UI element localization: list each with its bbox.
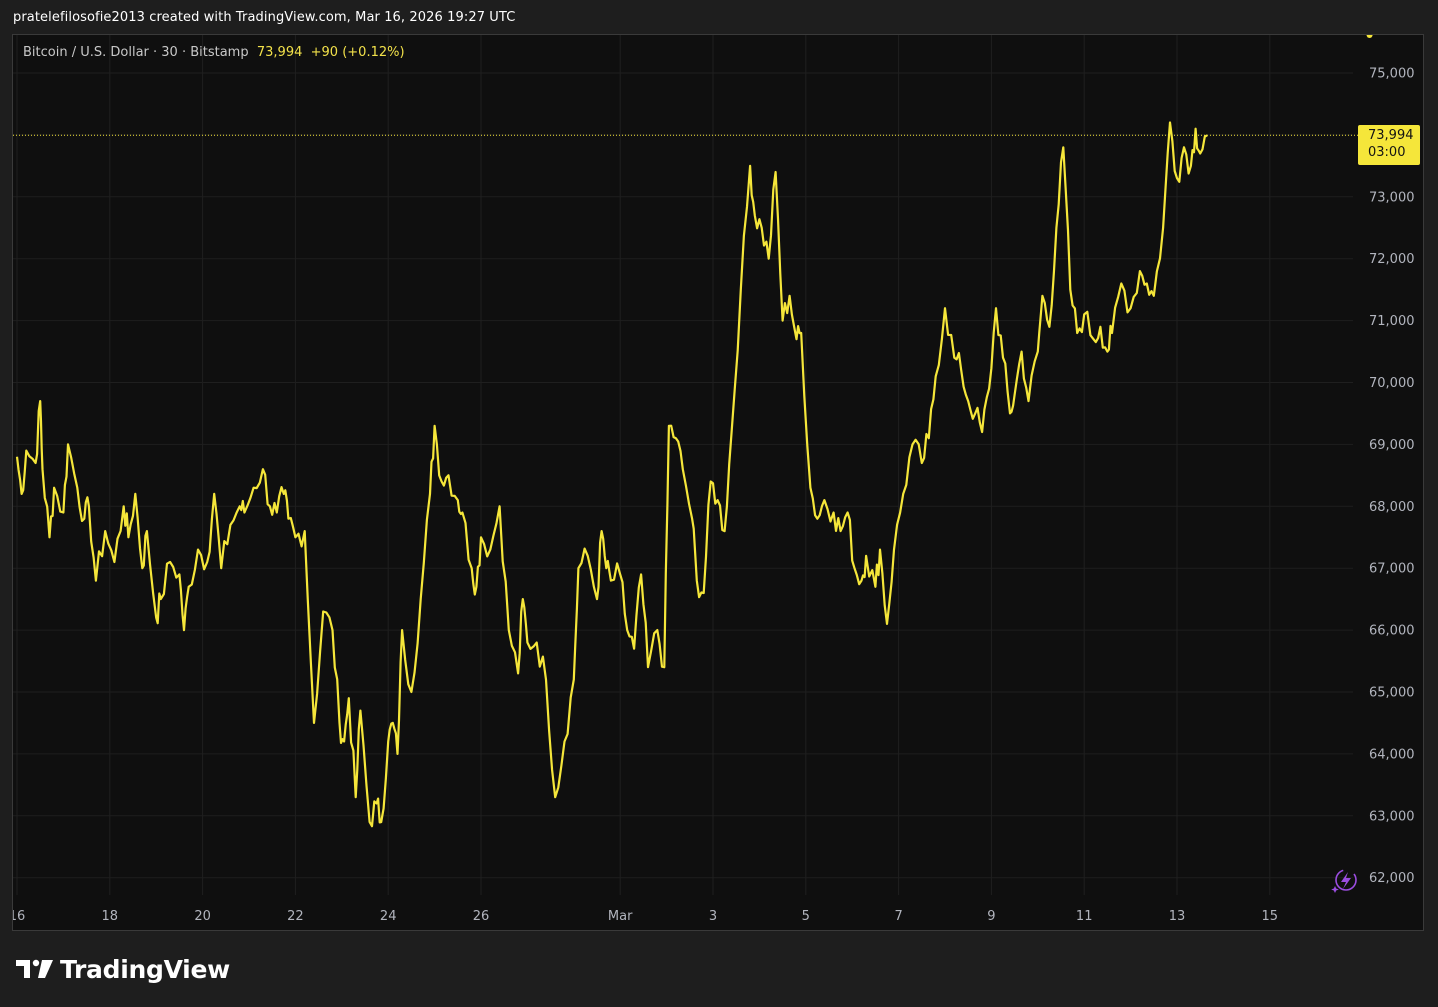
time-axis-label: 13 — [1169, 909, 1186, 924]
chart-pane[interactable]: 62,000 63,000 64,000 65,000 66,000 67,000 68,0… — [12, 34, 1424, 931]
price-axis-label: 62,000 — [1369, 871, 1415, 886]
lightning-icon[interactable] — [1330, 866, 1360, 896]
time-axis-label: 24 — [380, 909, 397, 924]
price-line[interactable] — [15, 121, 1208, 828]
price-change: +90 (+0.12%) — [310, 45, 405, 60]
price-axis-label: 71,000 — [1369, 314, 1415, 329]
price-line-layer — [13, 35, 1373, 828]
time-axis-label: Mar — [608, 909, 633, 924]
symbol-description: Bitcoin / U.S. Dollar · 30 · Bitstamp — [23, 45, 249, 60]
chart-caption: pratelefilosofie2013 created with Tradin… — [13, 10, 516, 25]
tradingview-logo-icon — [16, 959, 53, 978]
symbol-legend[interactable]: Bitcoin / U.S. Dollar · 30 · Bitstamp 73… — [23, 45, 405, 60]
price-axis-label: 70,000 — [1369, 376, 1415, 391]
last-price-point — [1366, 35, 1373, 38]
last-price-badge: 73,994 03:00 — [1358, 125, 1420, 165]
brand-name: TradingView — [60, 954, 230, 984]
time-axis-label: 11 — [1076, 909, 1093, 924]
time-axis-label: 9 — [987, 909, 995, 924]
price-axis-label: 63,000 — [1369, 809, 1415, 824]
price-axis-label: 73,000 — [1369, 190, 1415, 205]
time-axis-label: 5 — [802, 909, 810, 924]
price-axis-label: 67,000 — [1369, 562, 1415, 577]
price-axis-label: 68,000 — [1369, 500, 1415, 515]
price-axis-label: 64,000 — [1369, 747, 1415, 762]
tradingview-logo[interactable]: TradingView — [15, 952, 230, 986]
price-axis-label: 72,000 — [1369, 252, 1415, 267]
bar-countdown: 03:00 — [1368, 145, 1406, 160]
price-axis-label: 75,000 — [1369, 67, 1415, 82]
price-axis[interactable]: 62,000 63,000 64,000 65,000 66,000 67,000 68,0… — [1369, 67, 1415, 887]
price-axis-label: 65,000 — [1369, 686, 1415, 701]
time-axis-label: 3 — [709, 909, 717, 924]
time-axis-label: 16 — [13, 909, 25, 924]
price-axis-label: 69,000 — [1369, 438, 1415, 453]
time-axis-label: 18 — [102, 909, 119, 924]
price-chart[interactable]: 62,000 63,000 64,000 65,000 66,000 67,000 68,0… — [13, 35, 1425, 932]
time-axis-label: 22 — [287, 909, 304, 924]
time-axis-label: 7 — [894, 909, 902, 924]
time-axis-label: 20 — [194, 909, 211, 924]
time-axis-label: 26 — [473, 909, 490, 924]
last-price: 73,994 — [256, 45, 303, 60]
time-axis-label: 15 — [1262, 909, 1279, 924]
badge-price: 73,994 — [1368, 128, 1414, 143]
price-axis-label: 66,000 — [1369, 624, 1415, 639]
time-axis[interactable]: 16 18 20 22 24 26 Mar 3 5 7 9 11 13 15 — [13, 909, 1278, 924]
